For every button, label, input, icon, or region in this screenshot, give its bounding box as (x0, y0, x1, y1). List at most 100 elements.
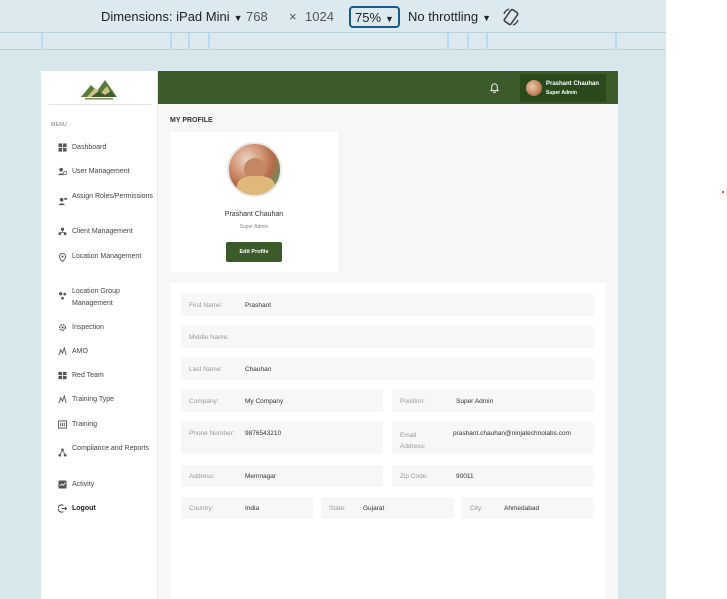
sidebar-item-location-group-management[interactable]: Location Group Management (58, 286, 154, 310)
amo-icon (58, 347, 67, 356)
caret-down-icon: ▼ (385, 14, 394, 24)
throttling-dropdown[interactable]: No throttling ▼ (408, 9, 491, 24)
sidebar-item-logout[interactable]: Logout (58, 503, 154, 515)
sidebar-item-location-management[interactable]: Location Management (58, 251, 154, 263)
profile-details-card: First Name: Prashant Middle Name: Last N… (170, 283, 606, 599)
location-group-icon (59, 292, 67, 300)
edit-profile-button[interactable]: Edit Profile (226, 242, 282, 262)
profile-card: Prashant Chauhan Super Admin Edit Profil… (170, 132, 338, 272)
logo-divider (49, 104, 151, 105)
client-icon (58, 227, 67, 236)
devtools-device-toolbar: Dimensions: iPad Mini ▼ 768 × 1024 75% ▼ N… (0, 0, 666, 34)
field-label: Email Address: (400, 432, 426, 450)
compliance-icon (58, 448, 67, 457)
sidebar-item-label: Dashboard (72, 144, 107, 151)
sidebar-item-red-team[interactable]: Red Team (58, 370, 154, 382)
sidebar-item-compliance-reports[interactable]: Compliance and Reports (58, 443, 154, 457)
field-label: Address: (189, 473, 215, 480)
rotate-icon[interactable] (501, 7, 521, 27)
sidebar-item-label: Logout (72, 505, 96, 512)
sidebar-item-label: Inspection (72, 324, 104, 331)
menu-title: MENU (51, 122, 67, 128)
zoom-dropdown[interactable]: 75% ▼ (349, 6, 400, 28)
field-label: Middle Name: (189, 334, 230, 341)
field-value: Gujarat (363, 505, 385, 512)
device-height-input[interactable]: 1024 (305, 9, 334, 24)
device-dimensions-dropdown[interactable]: Dimensions: iPad Mini ▼ (101, 9, 243, 24)
zip-code-field: Zip Code: 90011 (392, 465, 594, 487)
sidebar-item-training[interactable]: Training (58, 419, 154, 431)
sidebar-item-activity[interactable]: Activity (58, 479, 154, 491)
sidebar-item-user-management[interactable]: User Management (58, 166, 154, 178)
logout-icon (58, 504, 67, 513)
field-label: First Name: (189, 302, 223, 309)
caret-down-icon: ▼ (233, 13, 243, 23)
sidebar-item-label: Red Team (72, 372, 104, 379)
training-type-icon (58, 395, 67, 404)
sidebar-item-dashboard[interactable]: Dashboard (58, 142, 154, 154)
location-icon (58, 253, 67, 262)
state-field: State: Gujarat (321, 497, 454, 519)
field-value: Prashant (245, 302, 272, 309)
sidebar-item-inspection[interactable]: Inspection (58, 322, 154, 334)
field-label: Last Name: (189, 366, 223, 373)
app-viewport: MENU Dashboard User Management Assign Ro… (41, 71, 618, 599)
zoom-value: 75% (355, 10, 382, 25)
top-header: Prashant Chauhan Super Admin (158, 71, 618, 104)
device-width-input[interactable]: 768 (246, 9, 268, 24)
position-field: Position: Super Admin (392, 390, 594, 412)
company-logo (81, 80, 117, 100)
field-label: Zip Code: (400, 473, 429, 480)
field-value: 9876543210 (245, 430, 282, 437)
sidebar-item-label: Training (72, 421, 98, 428)
header-user-role: Super Admin (546, 90, 577, 96)
activity-icon (58, 480, 67, 489)
field-value: Memnagar (245, 473, 277, 480)
field-value: My Company (245, 398, 284, 405)
user-menu[interactable]: Prashant Chauhan Super Admin (520, 74, 606, 102)
middle-name-field: Middle Name: (181, 326, 594, 348)
field-label: Phone Number: (189, 430, 235, 437)
sidebar: MENU Dashboard User Management Assign Ro… (41, 71, 158, 599)
sidebar-item-assign-roles[interactable]: Assign Roles/Permissions (58, 191, 154, 206)
field-label: State: (329, 505, 346, 512)
sidebar-item-label: Location Management (72, 253, 142, 260)
first-name-field: First Name: Prashant (181, 294, 594, 316)
field-label: Position: (400, 398, 425, 405)
company-field: Company: My Company (181, 390, 383, 412)
field-label: Company: (189, 398, 219, 405)
dashboard-icon (58, 143, 67, 152)
country-field: Country: India (181, 497, 313, 519)
sidebar-item-label: Training Type (72, 396, 115, 403)
sidebar-item-label: Compliance and Reports (72, 445, 150, 452)
throttling-value: No throttling (408, 9, 479, 24)
address-field: Address: Memnagar (181, 465, 383, 487)
field-label: City: (470, 505, 483, 512)
roles-icon (58, 197, 67, 206)
avatar-photo-body (237, 176, 275, 195)
red-team-icon (58, 371, 67, 380)
field-value: 90011 (456, 473, 474, 480)
dimension-separator: × (289, 9, 297, 24)
sidebar-item-label: Location Group Management (72, 288, 120, 307)
sidebar-item-training-type[interactable]: Training Type (58, 394, 154, 406)
sidebar-item-amo[interactable]: AMO (58, 346, 154, 358)
marker-dot (722, 191, 724, 193)
bell-icon[interactable] (489, 82, 500, 93)
profile-role: Super Admin (239, 224, 269, 230)
page-title: MY PROFILE (170, 117, 213, 124)
profile-name: Prashant Chauhan (224, 211, 284, 218)
users-icon (58, 167, 67, 176)
sidebar-item-label: Client Management (72, 228, 133, 235)
city-field: City: Ahmedabad (462, 497, 594, 519)
email-field: Email Address: prashant.chauhan@ninjatec… (392, 422, 594, 454)
profile-avatar (227, 142, 282, 197)
sidebar-item-label: Activity (72, 481, 95, 488)
sidebar-item-client-management[interactable]: Client Management (58, 226, 154, 238)
field-value: India (245, 505, 260, 512)
media-query-ruler (0, 32, 666, 51)
field-value: Ahmedabad (504, 505, 540, 512)
field-label: Country: (189, 505, 214, 512)
sidebar-item-label: User Management (72, 168, 130, 175)
sidebar-item-label: Assign Roles/Permissions (72, 193, 153, 200)
